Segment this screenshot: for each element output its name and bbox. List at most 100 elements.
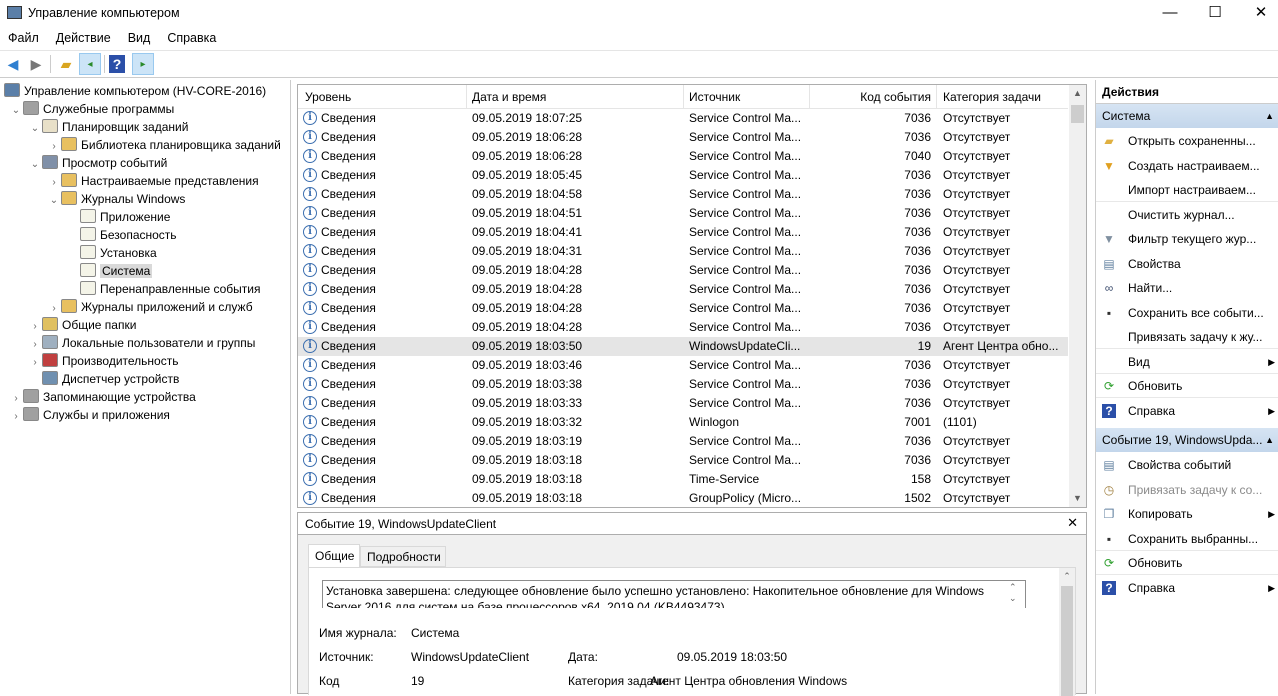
detail-scrollbar[interactable]: ⌃	[1059, 568, 1075, 696]
tree-item[interactable]: Управление компьютером (HV-CORE-2016)	[4, 82, 266, 100]
tree-item[interactable]: Перенаправленные события	[66, 280, 260, 298]
action-item[interactable]: ▤ Свойства	[1096, 252, 1278, 276]
message-scroll-icon[interactable]: ⌃ ⌄	[1009, 582, 1017, 604]
tree-item[interactable]: Безопасность	[66, 226, 177, 244]
column-divider[interactable]	[466, 85, 467, 108]
tree-item[interactable]: › Производительность	[28, 352, 178, 370]
column-datetime[interactable]: Дата и время	[472, 90, 546, 104]
up-folder-icon[interactable]: ▰	[55, 53, 77, 75]
tree-item[interactable]: › Настраиваемые представления	[47, 172, 259, 190]
tree-item[interactable]: Установка	[66, 244, 157, 262]
table-row[interactable]: i Сведения 09.05.2019 18:03:32 Winlogon 7001…	[298, 413, 1068, 432]
menu-action[interactable]: Действие	[46, 27, 118, 45]
action-item[interactable]: ◷ Привязать задачу к со...	[1096, 478, 1278, 502]
action-item[interactable]: ▼ Фильтр текущего жур...	[1096, 227, 1278, 251]
tree-item[interactable]: Система	[66, 262, 153, 280]
action-item[interactable]: ? Справка ▶	[1096, 576, 1278, 600]
menu-file[interactable]: Файл	[0, 27, 46, 45]
scroll-down-icon[interactable]: ▼	[1069, 490, 1086, 507]
chevron-right-icon[interactable]: ›	[9, 408, 23, 426]
back-icon[interactable]: ◀	[2, 53, 24, 75]
action-item[interactable]: ▼ Создать настраиваем...	[1096, 154, 1278, 178]
table-row[interactable]: i Сведения 09.05.2019 18:04:31 Service Cont…	[298, 242, 1068, 261]
table-row[interactable]: i Сведения 09.05.2019 18:04:28 Service Cont…	[298, 261, 1068, 280]
column-task-category[interactable]: Категория задачи	[943, 90, 1041, 104]
vertical-scrollbar[interactable]: ▲ ▼	[1069, 85, 1086, 507]
action-item[interactable]: Вид ▶	[1096, 350, 1278, 374]
tree-item[interactable]: › Журналы приложений и служб	[47, 298, 253, 316]
tab-general[interactable]: Общие	[308, 544, 360, 568]
scroll-thumb[interactable]	[1071, 105, 1084, 123]
tab-details[interactable]: Подробности	[360, 546, 446, 567]
action-item[interactable]: ❐ Копировать ▶	[1096, 502, 1278, 526]
table-row[interactable]: i Сведения 09.05.2019 18:06:28 Service Cont…	[298, 128, 1068, 147]
maximize-button[interactable]: ☐	[1192, 0, 1238, 27]
action-item[interactable]: ▪ Сохранить выбранны...	[1096, 527, 1278, 551]
action-item[interactable]: Очистить журнал...	[1096, 203, 1278, 227]
table-row[interactable]: i Сведения 09.05.2019 18:05:45 Service Cont…	[298, 166, 1068, 185]
action-item[interactable]: ? Справка ▶	[1096, 399, 1278, 423]
tree-item[interactable]: › Локальные пользователи и группы	[28, 334, 255, 352]
actions-section-header[interactable]: Событие 19, WindowsUpda... ▲	[1096, 428, 1278, 452]
detail-scroll-up-icon[interactable]: ⌃	[1059, 568, 1075, 585]
tree-item[interactable]: Диспетчер устройств	[28, 370, 179, 388]
action-item[interactable]: ∞ Найти...	[1096, 276, 1278, 300]
menu-help[interactable]: Справка	[157, 27, 223, 45]
event-message[interactable]: Установка завершена: следующее обновлени…	[322, 580, 1026, 608]
tree-item[interactable]: › Службы и приложения	[9, 406, 170, 424]
scroll-up-icon[interactable]: ▲	[1069, 85, 1086, 102]
tree-item[interactable]: ⌄ Журналы Windows	[47, 190, 185, 208]
table-row[interactable]: i Сведения 09.05.2019 18:03:18 Time-Service…	[298, 470, 1068, 489]
column-divider[interactable]	[809, 85, 810, 108]
table-row[interactable]: i Сведения 09.05.2019 18:04:41 Service Cont…	[298, 223, 1068, 242]
table-row[interactable]: i Сведения 09.05.2019 18:03:19 Service Cont…	[298, 432, 1068, 451]
column-source[interactable]: Источник	[689, 90, 740, 104]
chevron-down-icon[interactable]: ⌄	[28, 156, 42, 174]
show-hide-tree-icon[interactable]: ◂	[79, 53, 101, 75]
table-row[interactable]: i Сведения 09.05.2019 18:06:28 Service Cont…	[298, 147, 1068, 166]
chevron-down-icon[interactable]: ⌄	[47, 192, 61, 210]
action-item[interactable]: ▤ Свойства событий	[1096, 453, 1278, 477]
collapse-icon[interactable]: ▲	[1265, 104, 1274, 128]
table-row[interactable]: i Сведения 09.05.2019 18:04:28 Service Cont…	[298, 280, 1068, 299]
table-row[interactable]: i Сведения 09.05.2019 18:04:28 Service Cont…	[298, 318, 1068, 337]
action-item[interactable]: ⟳ Обновить	[1096, 374, 1278, 398]
column-divider[interactable]	[683, 85, 684, 108]
action-item[interactable]: Привязать задачу к жу...	[1096, 325, 1278, 349]
action-item[interactable]: ⟳ Обновить	[1096, 551, 1278, 575]
table-row[interactable]: i Сведения 09.05.2019 18:04:58 Service Cont…	[298, 185, 1068, 204]
chevron-down-icon[interactable]: ⌄	[9, 102, 23, 120]
table-row[interactable]: i Сведения 09.05.2019 18:03:50 WindowsUpdat…	[298, 337, 1068, 356]
column-level[interactable]: Уровень	[305, 90, 351, 104]
tree-item[interactable]: ⌄ Служебные программы	[9, 100, 174, 118]
column-divider[interactable]	[936, 85, 937, 108]
tree-item[interactable]: ⌄ Просмотр событий	[28, 154, 167, 172]
action-item[interactable]: Импорт настраиваем...	[1096, 178, 1278, 202]
tree-item[interactable]: ⌄ Планировщик заданий	[28, 118, 188, 136]
detail-scroll-thumb[interactable]	[1061, 586, 1073, 696]
actions-section-header[interactable]: Система ▲	[1096, 104, 1278, 128]
forward-icon[interactable]: ▶	[25, 53, 47, 75]
table-row[interactable]: i Сведения 09.05.2019 18:03:18 GroupPolicy …	[298, 489, 1068, 508]
show-hide-action-pane-icon[interactable]: ▸	[132, 53, 154, 75]
column-event-id[interactable]: Код события	[818, 90, 931, 104]
action-item[interactable]: ▰ Открыть сохраненны...	[1096, 129, 1278, 153]
table-row[interactable]: i Сведения 09.05.2019 18:03:18 Service Cont…	[298, 451, 1068, 470]
collapse-icon[interactable]: ▲	[1265, 428, 1274, 452]
minimize-button[interactable]: —	[1147, 0, 1193, 27]
tree-item[interactable]: › Общие папки	[28, 316, 136, 334]
table-row[interactable]: i Сведения 09.05.2019 18:03:38 Service Cont…	[298, 375, 1068, 394]
help-icon[interactable]: ?	[109, 55, 125, 73]
table-row[interactable]: i Сведения 09.05.2019 18:03:46 Service Cont…	[298, 356, 1068, 375]
detail-close-icon[interactable]: ✕	[1067, 515, 1078, 531]
tree-item[interactable]: › Библиотека планировщика заданий	[47, 136, 281, 154]
action-item[interactable]: ▪ Сохранить все событи...	[1096, 301, 1278, 325]
table-row[interactable]: i Сведения 09.05.2019 18:03:33 Service Cont…	[298, 394, 1068, 413]
table-row[interactable]: i Сведения 09.05.2019 18:04:51 Service Cont…	[298, 204, 1068, 223]
chevron-down-icon[interactable]: ⌄	[28, 120, 42, 138]
table-row[interactable]: i Сведения 09.05.2019 18:07:25 Service Cont…	[298, 109, 1068, 128]
tree-item[interactable]: Приложение	[66, 208, 170, 226]
table-row[interactable]: i Сведения 09.05.2019 18:04:28 Service Cont…	[298, 299, 1068, 318]
tree-item[interactable]: › Запоминающие устройства	[9, 388, 196, 406]
close-button[interactable]: ✕	[1238, 0, 1278, 27]
